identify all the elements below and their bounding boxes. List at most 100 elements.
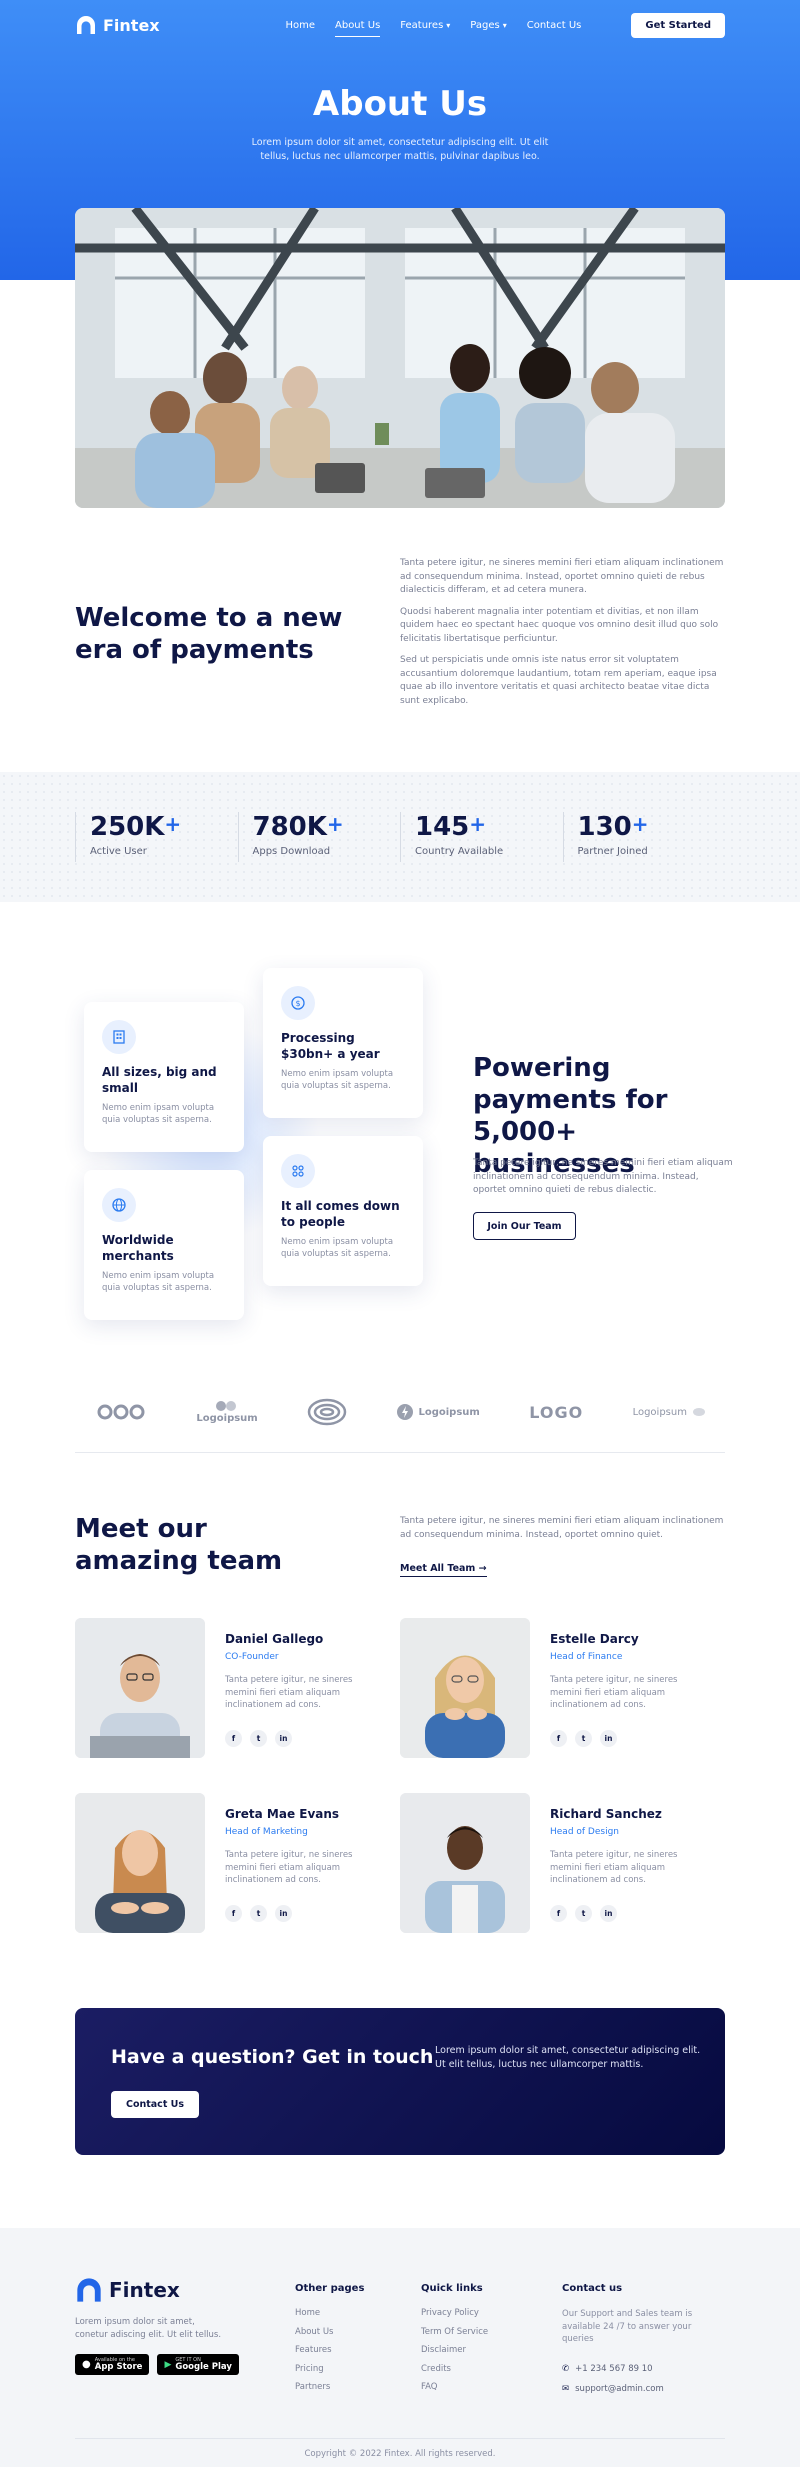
store-text: GET IT ON Google Play [175, 2357, 232, 2372]
footer-logo[interactable]: Fintex [75, 2278, 180, 2302]
team-member-card: Estelle Darcy Head of Finance Tanta pete… [400, 1618, 725, 1758]
plus-sign: + [326, 812, 344, 836]
man-portrait [400, 1793, 530, 1933]
hero-section: Fintex Home About Us Features ▾ Pages ▾ Co… [0, 0, 800, 508]
footer-link-credits[interactable]: Credits [421, 2364, 488, 2374]
footer-about: Lorem ipsum dolor sit amet, conetur adis… [75, 2317, 222, 2340]
welcome-title: Welcome to a new era of payments [75, 603, 343, 665]
page-title: About Us [312, 84, 488, 124]
google-play-badge[interactable]: ▶ GET IT ON Google Play [157, 2354, 239, 2375]
copyright: Copyright © 2022 Fintex. All rights rese… [75, 2438, 725, 2459]
partner-logo: Logoipsum [196, 1400, 258, 1424]
feature-card-title: All sizes, big and small [102, 1065, 217, 1095]
facebook-icon[interactable]: f [550, 1730, 567, 1747]
team-member-card: Daniel Gallego CO-Founder Tanta petere i… [75, 1618, 400, 1758]
partner-logo-infinity [95, 1403, 147, 1421]
nav-about-us[interactable]: About Us [335, 16, 381, 37]
footer-link-partners[interactable]: Partners [295, 2382, 364, 2392]
partner-logo: LOGO [529, 1403, 583, 1422]
woman-portrait [75, 1793, 205, 1933]
meet-all-team-label: Meet All Team [400, 1563, 476, 1574]
footer-column-title: Other pages [295, 2283, 365, 2294]
nav-pages[interactable]: Pages ▾ [470, 16, 506, 35]
twitter-icon[interactable]: t [250, 1730, 267, 1747]
phone-number: +1 234 567 89 10 [575, 2363, 653, 2374]
linkedin-icon[interactable]: in [600, 1730, 617, 1747]
feature-card: It all comes down to people Nemo enim ip… [263, 1136, 423, 1286]
partner-logos: Logoipsum Logoipsum LOGO Logoipsum [0, 1372, 800, 1452]
app-store-badges: ● Available on the App Store ▶ GET IT ON G… [75, 2354, 239, 2375]
stat-number: 145 [415, 812, 470, 842]
member-role: Head of Marketing [225, 1827, 308, 1837]
linkedin-icon[interactable]: in [275, 1905, 292, 1922]
facebook-icon[interactable]: f [225, 1730, 242, 1747]
twitter-icon[interactable]: t [250, 1905, 267, 1922]
social-links: f t in [550, 1730, 617, 1747]
footer-link-privacy-policy[interactable]: Privacy Policy [421, 2308, 488, 2318]
phone-icon: ✆ [562, 2363, 570, 2374]
brand-arch-icon [77, 2278, 101, 2302]
mail-icon: ✉ [562, 2383, 570, 2394]
twitter-icon[interactable]: t [575, 1905, 592, 1922]
nav-home[interactable]: Home [285, 16, 315, 35]
brand-logo[interactable]: Fintex [75, 16, 160, 35]
contact-us-button[interactable]: Contact Us [111, 2091, 199, 2118]
nav-contact-us[interactable]: Contact Us [527, 16, 582, 35]
cta-title: Have a question? Get in touch [111, 2046, 434, 2068]
footer-link-home[interactable]: Home [295, 2308, 364, 2318]
stat-number: 250K [90, 812, 165, 842]
bolt-logo-icon [397, 1404, 414, 1420]
member-name: Greta Mae Evans [225, 1807, 340, 1821]
feature-card-title: It all comes down to people [281, 1199, 400, 1229]
linkedin-icon[interactable]: in [600, 1905, 617, 1922]
facebook-icon[interactable]: f [550, 1905, 567, 1922]
member-photo [75, 1793, 205, 1933]
people-icon [281, 1154, 315, 1188]
stat-country-available: 145+ Country Available [400, 812, 563, 862]
footer-link-pricing[interactable]: Pricing [295, 2364, 364, 2374]
app-store-badge[interactable]: ● Available on the App Store [75, 2354, 150, 2375]
team-member-card: Greta Mae Evans Head of Marketing Tanta … [75, 1793, 400, 1933]
twitter-icon[interactable]: t [575, 1730, 592, 1747]
footer-link-about-us[interactable]: About Us [295, 2327, 364, 2337]
chevron-down-icon: ▾ [446, 20, 451, 30]
rings-logo-icon [307, 1398, 347, 1426]
footer-brand-name: Fintex [109, 2278, 180, 2302]
member-photo [400, 1618, 530, 1758]
contact-email[interactable]: ✉ support@admin.com [562, 2384, 722, 2394]
store-big-text: Google Play [175, 2362, 232, 2372]
social-links: f t in [225, 1905, 292, 1922]
footer-contact: Contact us Our Support and Sales team is… [562, 2283, 722, 2404]
footer-link-features[interactable]: Features [295, 2345, 364, 2355]
member-bio: Tanta petere igitur, ne sineres memini f… [225, 1675, 353, 1710]
linkedin-icon[interactable]: in [275, 1730, 292, 1747]
get-started-button[interactable]: Get Started [631, 12, 725, 38]
man-with-glasses-portrait [75, 1618, 205, 1758]
stats-section: 250K+ Active User 780K+ Apps Download 14… [0, 772, 800, 902]
team-member-card: Richard Sanchez Head of Design Tanta pet… [400, 1793, 725, 1933]
member-bio: Tanta petere igitur, ne sineres memini f… [550, 1675, 678, 1710]
welcome-section: Welcome to a new era of payments Tanta p… [0, 512, 800, 772]
member-name: Daniel Gallego [225, 1632, 324, 1646]
office-scene-illustration [75, 208, 725, 508]
footer-link-faq[interactable]: FAQ [421, 2382, 488, 2392]
welcome-text: Tanta petere igitur, ne sineres memini f… [400, 557, 725, 716]
plus-sign: + [469, 812, 487, 836]
join-our-team-button[interactable]: Join Our Team [473, 1212, 576, 1240]
play-icon: ▶ [164, 2359, 172, 2370]
footer-link-disclaimer[interactable]: Disclaimer [421, 2345, 488, 2355]
team-meeting-photo [75, 208, 725, 508]
plus-sign: + [164, 812, 182, 836]
meet-all-team-link[interactable]: Meet All Team → [400, 1563, 487, 1577]
member-name: Estelle Darcy [550, 1632, 639, 1646]
contact-phone[interactable]: ✆ +1 234 567 89 10 [562, 2364, 722, 2374]
stat-value: 145+ [415, 812, 563, 842]
facebook-icon[interactable]: f [225, 1905, 242, 1922]
feature-card-text: Nemo enim ipsam volupta quia voluptas si… [102, 1271, 215, 1293]
nav-features[interactable]: Features ▾ [400, 16, 450, 35]
footer-link-terms[interactable]: Term Of Service [421, 2327, 488, 2337]
feature-card-title: Worldwide merchants [102, 1233, 174, 1263]
nav-pages-label: Pages [470, 19, 500, 31]
feature-card-text: Nemo enim ipsam volupta quia voluptas si… [102, 1103, 215, 1125]
cta-section: Have a question? Get in touch Lorem ipsu… [0, 1983, 800, 2228]
